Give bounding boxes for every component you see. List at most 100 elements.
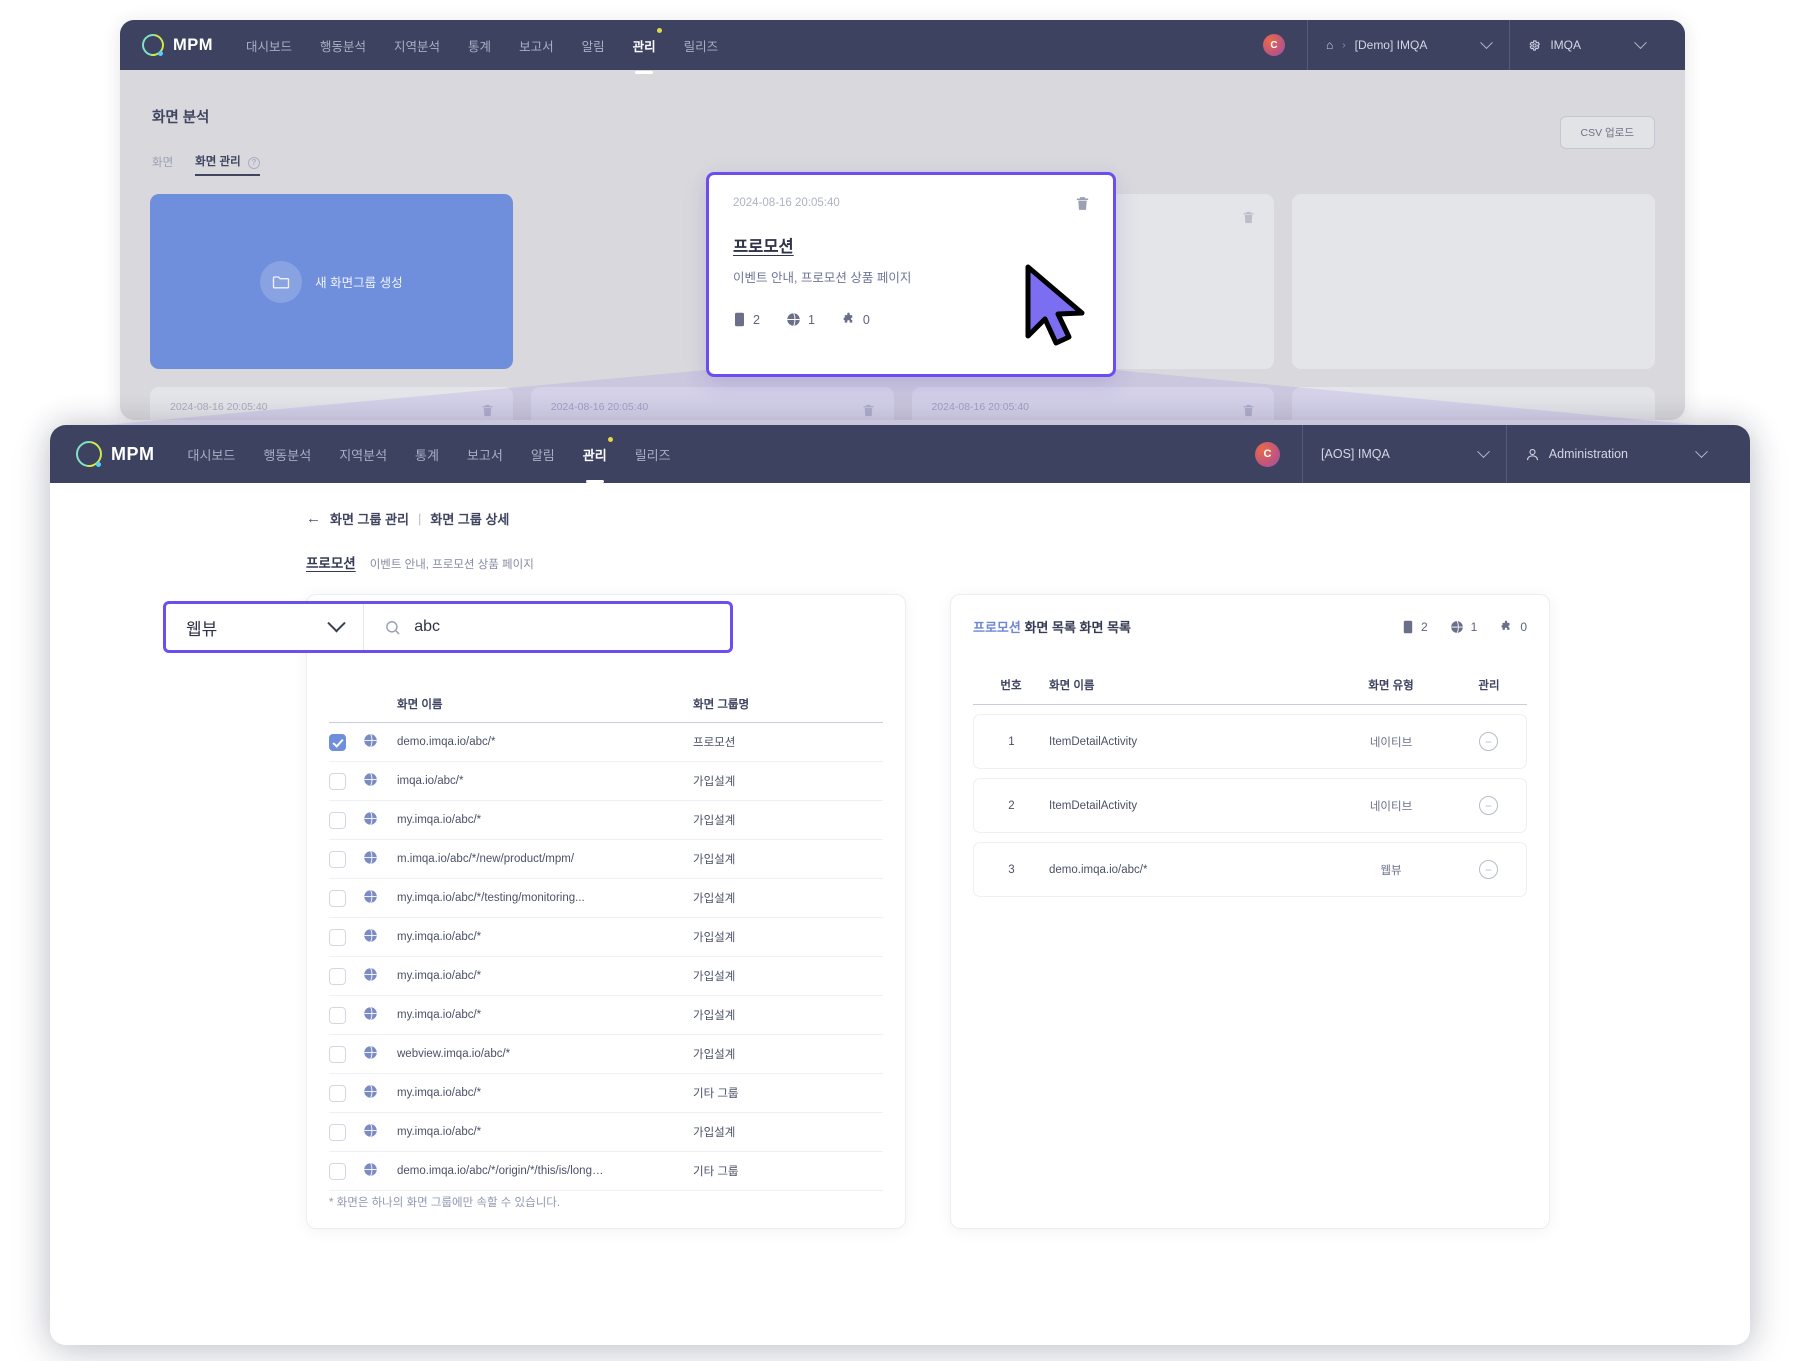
nav-item-release[interactable]: 릴리즈 xyxy=(683,32,720,59)
table-row[interactable]: my.imqa.io/abc/* 가입설계 xyxy=(329,1112,883,1152)
brand-logo[interactable]: MPM xyxy=(137,29,213,61)
project-name: [Demo] IMQA xyxy=(1354,38,1428,52)
table-row[interactable]: m.imqa.io/abc/*/new/product/mpm/가입설계 xyxy=(329,839,883,879)
breadcrumb-parent[interactable]: 화면 그룹 관리 xyxy=(330,509,409,528)
table-row[interactable]: my.imqa.io/abc/* 가입설계 xyxy=(329,995,883,1035)
row-screen-group: 가입설계 xyxy=(693,800,883,840)
trash-icon[interactable] xyxy=(1241,403,1256,418)
row-checkbox[interactable] xyxy=(329,1084,346,1102)
nav-item-report[interactable]: 보고서 xyxy=(466,441,504,468)
row-checkbox[interactable] xyxy=(329,889,346,907)
screen-group-card-stub[interactable]: 2024-08-16 20:05:40 xyxy=(150,387,513,420)
nav-item-manage[interactable]: 관리 xyxy=(632,27,662,59)
row-screen-group: 기타 그룹 xyxy=(693,1073,883,1113)
row-checkbox-cell[interactable] xyxy=(329,956,363,996)
trash-icon[interactable] xyxy=(480,403,495,418)
nav-item-manage[interactable]: 관리 xyxy=(582,436,613,468)
row-checkbox[interactable] xyxy=(329,811,346,829)
screen-type-select[interactable]: 웹뷰 xyxy=(166,604,364,650)
table-row[interactable]: my.imqa.io/abc/*/testing/monitoring... 가입… xyxy=(329,878,883,918)
screen-group-card-stub[interactable]: 2024-08-16 20:05:40 xyxy=(911,387,1275,420)
nav-item-alert[interactable]: 알림 xyxy=(530,441,556,468)
nav-item-stats[interactable]: 통계 xyxy=(414,441,440,468)
project-selector[interactable]: [AOS] IMQA xyxy=(1303,425,1506,483)
screen-group-card-stub[interactable] xyxy=(1292,387,1655,420)
row-checkbox-cell[interactable] xyxy=(329,995,363,1035)
row-checkbox-cell[interactable] xyxy=(329,1112,363,1152)
avatar[interactable]: C xyxy=(1263,34,1286,56)
brand-logo[interactable]: MPM xyxy=(70,435,155,473)
table-row[interactable]: 3 demo.imqa.io/abc/* 웹뷰 − xyxy=(973,842,1527,897)
right-pane-group-link[interactable]: 프로모션 xyxy=(973,620,1021,635)
tab-screen-manage[interactable]: 화면 관리 ? xyxy=(195,153,260,176)
tab-screen[interactable]: 화면 xyxy=(152,154,173,175)
remove-icon[interactable]: − xyxy=(1479,796,1498,815)
row-checkbox[interactable] xyxy=(329,772,346,790)
settings-selector[interactable]: IMQA xyxy=(1510,20,1663,70)
row-checkbox-cell[interactable] xyxy=(329,800,363,840)
row-checkbox[interactable] xyxy=(329,850,346,868)
stat-plugin-value: 0 xyxy=(1520,619,1527,634)
row-checkbox-cell[interactable] xyxy=(329,1073,363,1113)
remove-icon[interactable]: − xyxy=(1479,732,1498,751)
nav-item-stats[interactable]: 통계 xyxy=(467,32,492,59)
row-checkbox[interactable] xyxy=(329,1045,346,1063)
user-menu[interactable]: Administration xyxy=(1507,425,1724,483)
table-row[interactable]: demo.imqa.io/abc/* 프로모션 xyxy=(329,722,883,762)
row-checkbox-cell[interactable] xyxy=(329,761,363,801)
search-input[interactable] xyxy=(414,618,710,636)
table-row[interactable]: 1 ItemDetailActivity 네이티브 − xyxy=(973,714,1527,769)
table-row[interactable]: webview.imqa.io/abc/* 가입설계 xyxy=(329,1034,883,1074)
table-row[interactable]: imqa.io/abc/* 가입설계 xyxy=(329,761,883,801)
row-screen-name: my.imqa.io/abc/* xyxy=(397,1112,693,1152)
row-remove-cell[interactable]: − xyxy=(1451,714,1527,769)
avatar[interactable]: C xyxy=(1255,441,1281,467)
trash-icon[interactable] xyxy=(1074,195,1091,212)
row-checkbox[interactable] xyxy=(329,733,346,751)
table-row[interactable]: my.imqa.io/abc/* 기타 그룹 xyxy=(329,1073,883,1113)
row-checkbox[interactable] xyxy=(329,928,346,946)
table-row[interactable]: my.imqa.io/abc/* 가입설계 xyxy=(329,956,883,996)
project-selector[interactable]: ⌂ › [Demo] IMQA xyxy=(1308,20,1509,70)
new-screen-group-card[interactable]: 새 화면그룹 생성 xyxy=(150,194,513,369)
nav-item-region[interactable]: 지역분석 xyxy=(393,32,441,59)
screen-group-card-partial[interactable] xyxy=(1292,194,1655,369)
table-row[interactable]: my.imqa.io/abc/* 가입설계 xyxy=(329,800,883,840)
table-row[interactable]: my.imqa.io/abc/* 가입설계 xyxy=(329,917,883,957)
screen-group-card-stub[interactable]: 2024-08-16 20:05:40 xyxy=(530,387,894,420)
chevron-down-icon xyxy=(1634,35,1647,49)
trash-icon[interactable] xyxy=(1241,210,1256,225)
search-field-wrapper[interactable] xyxy=(364,604,730,650)
row-remove-cell[interactable]: − xyxy=(1451,842,1527,897)
row-checkbox[interactable] xyxy=(329,967,346,985)
globe-icon xyxy=(364,733,377,748)
table-row[interactable]: 2 ItemDetailActivity 네이티브 − xyxy=(973,778,1527,833)
remove-icon[interactable]: − xyxy=(1479,860,1498,879)
nav-item-dashboard[interactable]: 대시보드 xyxy=(187,441,237,468)
row-number: 3 xyxy=(973,842,1049,897)
screen-type-selected-value: 웹뷰 xyxy=(186,619,218,639)
row-checkbox[interactable] xyxy=(329,1006,346,1024)
nav-item-alert[interactable]: 알림 xyxy=(581,32,606,59)
nav-item-release[interactable]: 릴리즈 xyxy=(634,441,672,468)
nav-item-behavior[interactable]: 행동분석 xyxy=(262,441,312,468)
row-checkbox-cell[interactable] xyxy=(329,839,363,879)
nav-item-behavior[interactable]: 행동분석 xyxy=(319,32,367,59)
trash-icon[interactable] xyxy=(861,403,876,418)
row-checkbox-cell[interactable] xyxy=(329,1151,363,1191)
back-arrow-icon[interactable]: ← xyxy=(306,510,321,527)
help-icon[interactable]: ? xyxy=(247,156,260,169)
nav-item-region[interactable]: 지역분석 xyxy=(338,441,388,468)
csv-upload-button[interactable]: CSV 업로드 xyxy=(1559,116,1655,149)
row-checkbox-cell[interactable] xyxy=(329,917,363,957)
row-remove-cell[interactable]: − xyxy=(1451,778,1527,833)
table-row[interactable]: demo.imqa.io/abc/*/origin/*/this/is/long… xyxy=(329,1151,883,1191)
nav-item-dashboard[interactable]: 대시보드 xyxy=(245,32,293,59)
row-checkbox-cell[interactable] xyxy=(329,722,363,762)
row-checkbox[interactable] xyxy=(329,1162,346,1180)
row-checkbox[interactable] xyxy=(329,1123,346,1141)
foreground-window: MPM 대시보드 행동분석 지역분석 통계 보고서 알림 관리 릴리즈 C [A… xyxy=(50,425,1750,1345)
row-checkbox-cell[interactable] xyxy=(329,878,363,918)
nav-item-report[interactable]: 보고서 xyxy=(518,32,555,59)
row-checkbox-cell[interactable] xyxy=(329,1034,363,1074)
